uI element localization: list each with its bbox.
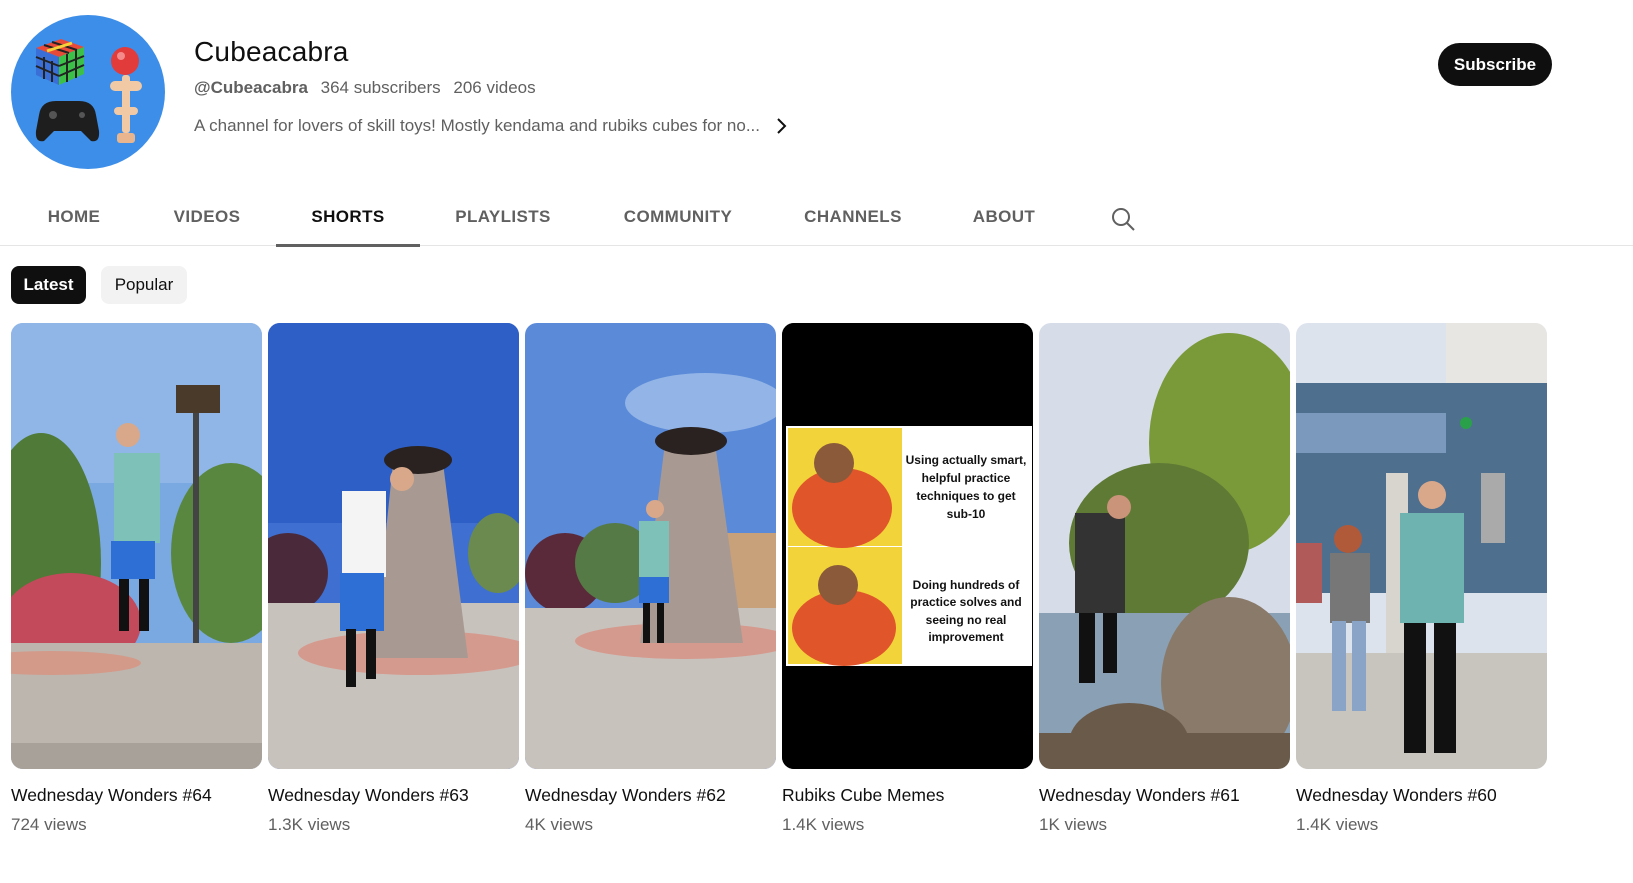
short-title[interactable]: Wednesday Wonders #64 <box>11 785 212 806</box>
gamepad-icon <box>35 101 100 142</box>
tab-home[interactable]: HOME <box>36 188 112 246</box>
channel-header: Cubeacabra @Cubeacabra 364 subscribers 2… <box>0 0 1633 185</box>
short-item[interactable]: Wednesday Wonders #63 1.3K views <box>268 323 519 834</box>
tab-videos[interactable]: VIDEOS <box>164 188 250 246</box>
avatar-art <box>35 39 142 143</box>
channel-description-row[interactable]: A channel for lovers of skill toys! Most… <box>194 116 790 136</box>
short-title[interactable]: Wednesday Wonders #62 <box>525 785 726 806</box>
short-views: 1.4K views <box>1296 815 1379 834</box>
subscribe-button[interactable]: Subscribe <box>1438 43 1552 86</box>
subscriber-count: 364 subscribers <box>320 78 441 97</box>
channel-tabs: HOME VIDEOS SHORTS PLAYLISTS COMMUNITY C… <box>0 188 1633 247</box>
short-item[interactable]: Wednesday Wonders #62 4K views <box>525 323 776 834</box>
short-views: 4K views <box>525 815 594 834</box>
meme-top-text: Using actually smart, helpful practice t… <box>905 453 1027 521</box>
tab-playlists[interactable]: PLAYLISTS <box>446 188 560 246</box>
short-item[interactable]: Using actually smart, helpful practice t… <box>782 323 1033 834</box>
channel-handle: @Cubeacabra <box>194 78 308 97</box>
short-thumbnail[interactable] <box>11 323 262 769</box>
tab-community[interactable]: COMMUNITY <box>612 188 744 246</box>
channel-avatar[interactable] <box>11 15 165 169</box>
search-icon[interactable] <box>1108 204 1138 234</box>
short-views: 724 views <box>11 815 87 834</box>
short-item[interactable]: Wednesday Wonders #61 1K views <box>1039 323 1290 834</box>
meme-bottom-text: Doing hundreds of practice solves and se… <box>910 578 1022 645</box>
chip-popular[interactable]: Popular <box>101 266 187 304</box>
short-thumbnail[interactable] <box>268 323 519 769</box>
chip-latest[interactable]: Latest <box>11 266 86 304</box>
channel-meta: @Cubeacabra 364 subscribers 206 videos <box>194 78 544 98</box>
channel-name: Cubeacabra <box>194 36 349 67</box>
short-title[interactable]: Rubiks Cube Memes <box>782 785 944 806</box>
short-views: 1.4K views <box>782 815 865 834</box>
short-thumbnail[interactable] <box>1039 323 1290 769</box>
channel-description[interactable]: A channel for lovers of skill toys! Most… <box>194 116 760 136</box>
short-thumbnail[interactable]: Using actually smart, helpful practice t… <box>782 323 1033 769</box>
chevron-right-icon[interactable] <box>776 116 790 136</box>
short-title[interactable]: Wednesday Wonders #61 <box>1039 785 1240 806</box>
tab-about[interactable]: ABOUT <box>963 188 1045 246</box>
kendama-icon <box>110 47 142 143</box>
video-count: 206 videos <box>453 78 536 97</box>
short-title[interactable]: Wednesday Wonders #60 <box>1296 785 1497 806</box>
tab-shorts[interactable]: SHORTS <box>276 188 420 247</box>
short-item[interactable]: Wednesday Wonders #60 1.4K views <box>1296 323 1547 834</box>
short-thumbnail[interactable] <box>1296 323 1547 769</box>
short-thumbnail[interactable] <box>525 323 776 769</box>
short-views: 1K views <box>1039 815 1108 834</box>
short-title[interactable]: Wednesday Wonders #63 <box>268 785 469 806</box>
short-item[interactable]: Wednesday Wonders #64 724 views <box>11 323 262 834</box>
rubiks-cube-icon <box>35 39 85 85</box>
tab-channels[interactable]: CHANNELS <box>795 188 911 246</box>
short-views: 1.3K views <box>268 815 351 834</box>
